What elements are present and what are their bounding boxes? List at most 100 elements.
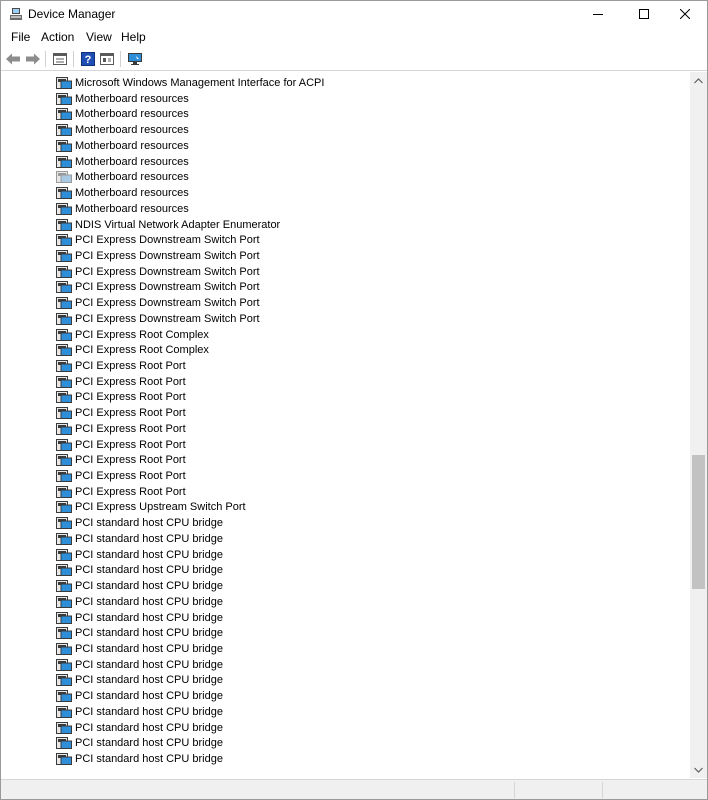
device-tree-item[interactable]: Motherboard resources bbox=[56, 185, 189, 201]
close-button[interactable] bbox=[662, 1, 707, 27]
device-tree-item[interactable]: PCI Express Downstream Switch Port bbox=[56, 295, 260, 311]
device-tree-item[interactable]: PCI Express Downstream Switch Port bbox=[56, 279, 260, 295]
menu-view[interactable]: View bbox=[85, 30, 113, 45]
device-tree-item[interactable]: PCI standard host CPU bridge bbox=[56, 688, 223, 704]
device-tree-item-label: PCI Express Root Port bbox=[75, 391, 186, 404]
device-tree[interactable]: Microsoft Windows Management Interface f… bbox=[1, 72, 690, 778]
device-tree-item-label: PCI standard host CPU bridge bbox=[75, 737, 223, 750]
device-tree-item-label: Motherboard resources bbox=[75, 155, 189, 168]
device-tree-item[interactable]: PCI standard host CPU bridge bbox=[56, 672, 223, 688]
device-tree-item[interactable]: PCI standard host CPU bridge bbox=[56, 625, 223, 641]
device-tree-item-label: PCI Express Upstream Switch Port bbox=[75, 501, 246, 514]
device-tree-item-label: Motherboard resources bbox=[75, 171, 189, 184]
system-device-icon bbox=[56, 234, 72, 247]
device-tree-item[interactable]: PCI standard host CPU bridge bbox=[56, 610, 223, 626]
device-tree-item[interactable]: PCI Express Root Port bbox=[56, 437, 186, 453]
svg-text:?: ? bbox=[85, 54, 92, 66]
system-device-icon bbox=[56, 674, 72, 687]
device-tree-item[interactable]: PCI Express Root Port bbox=[56, 374, 186, 390]
device-tree-item[interactable]: PCI standard host CPU bridge bbox=[56, 562, 223, 578]
show-hidden-button[interactable] bbox=[98, 50, 116, 68]
device-tree-item[interactable]: Motherboard resources bbox=[56, 169, 189, 185]
device-tree-item[interactable]: Motherboard resources bbox=[56, 154, 189, 170]
device-tree-item[interactable]: PCI standard host CPU bridge bbox=[56, 594, 223, 610]
device-tree-item[interactable]: PCI standard host CPU bridge bbox=[56, 720, 223, 736]
device-tree-item[interactable]: NDIS Virtual Network Adapter Enumerator bbox=[56, 217, 280, 233]
device-tree-item[interactable]: PCI Express Downstream Switch Port bbox=[56, 311, 260, 327]
back-arrow-icon bbox=[6, 53, 20, 65]
vertical-scrollbar[interactable] bbox=[690, 72, 707, 778]
device-tree-item-label: PCI Express Root Port bbox=[75, 438, 186, 451]
device-tree-item[interactable]: PCI standard host CPU bridge bbox=[56, 704, 223, 720]
forward-button[interactable] bbox=[24, 50, 42, 68]
system-device-icon bbox=[56, 753, 72, 765]
device-tree-item[interactable]: PCI Express Root Port bbox=[56, 484, 186, 500]
system-device-icon bbox=[56, 658, 72, 671]
title-bar[interactable]: Device Manager bbox=[1, 1, 707, 27]
properties-button[interactable] bbox=[51, 50, 69, 68]
device-tree-item-label: PCI standard host CPU bridge bbox=[75, 532, 223, 545]
system-device-icon bbox=[56, 312, 72, 325]
device-tree-item[interactable]: PCI Express Root Port bbox=[56, 389, 186, 405]
device-tree-item-label: PCI standard host CPU bridge bbox=[75, 721, 223, 734]
maximize-button[interactable] bbox=[621, 1, 667, 27]
back-button[interactable] bbox=[4, 50, 22, 68]
device-tree-item[interactable]: PCI Express Root Port bbox=[56, 405, 186, 421]
help-button[interactable]: ? bbox=[79, 50, 97, 68]
device-tree-item[interactable]: Motherboard resources bbox=[56, 106, 189, 122]
device-tree-item[interactable]: Motherboard resources bbox=[56, 91, 189, 107]
device-tree-item-label: PCI standard host CPU bridge bbox=[75, 674, 223, 687]
status-panel-divider bbox=[602, 782, 603, 798]
device-tree-item-label: PCI standard host CPU bridge bbox=[75, 517, 223, 530]
device-tree-item[interactable]: PCI standard host CPU bridge bbox=[56, 578, 223, 594]
minimize-button[interactable] bbox=[575, 1, 621, 27]
device-tree-item[interactable]: Motherboard resources bbox=[56, 201, 189, 217]
device-tree-item[interactable]: PCI Express Root Complex bbox=[56, 342, 209, 358]
system-device-icon bbox=[56, 249, 72, 262]
device-tree-item-label: Motherboard resources bbox=[75, 124, 189, 137]
menu-action[interactable]: Action bbox=[40, 30, 75, 45]
device-tree-item[interactable]: PCI Express Root Port bbox=[56, 421, 186, 437]
device-tree-item[interactable]: PCI Express Upstream Switch Port bbox=[56, 499, 246, 515]
scroll-down-button[interactable] bbox=[690, 761, 707, 778]
device-tree-item-label: PCI Express Downstream Switch Port bbox=[75, 249, 260, 262]
device-tree-item-label: PCI standard host CPU bridge bbox=[75, 627, 223, 640]
device-tree-item[interactable]: Motherboard resources bbox=[56, 138, 189, 154]
device-tree-item-label: PCI Express Root Port bbox=[75, 454, 186, 467]
scan-hardware-button[interactable] bbox=[126, 50, 144, 68]
device-tree-item-label: PCI standard host CPU bridge bbox=[75, 580, 223, 592]
device-tree-item[interactable]: PCI Express Root Port bbox=[56, 468, 186, 484]
device-tree-item[interactable]: PCI standard host CPU bridge bbox=[56, 515, 223, 531]
device-tree-item-label: PCI standard host CPU bridge bbox=[75, 658, 223, 671]
device-tree-item[interactable]: PCI standard host CPU bridge bbox=[56, 735, 223, 751]
maximize-icon bbox=[639, 9, 649, 19]
menu-help[interactable]: Help bbox=[120, 30, 147, 45]
system-device-icon bbox=[56, 265, 72, 278]
device-tree-item[interactable]: PCI Express Root Complex bbox=[56, 327, 209, 343]
device-tree-item-label: PCI standard host CPU bridge bbox=[75, 690, 223, 703]
device-tree-item[interactable]: PCI standard host CPU bridge bbox=[56, 751, 223, 767]
system-device-icon bbox=[56, 77, 72, 89]
device-tree-item[interactable]: PCI Express Downstream Switch Port bbox=[56, 248, 260, 264]
device-tree-item[interactable]: PCI standard host CPU bridge bbox=[56, 641, 223, 657]
system-device-icon bbox=[56, 580, 72, 592]
device-tree-item[interactable]: PCI Express Downstream Switch Port bbox=[56, 232, 260, 248]
menu-file[interactable]: File bbox=[10, 30, 31, 45]
device-tree-item[interactable]: PCI Express Downstream Switch Port bbox=[56, 264, 260, 280]
scroll-thumb[interactable] bbox=[692, 455, 705, 589]
device-tree-item[interactable]: PCI standard host CPU bridge bbox=[56, 657, 223, 673]
device-tree-item[interactable]: PCI Express Root Port bbox=[56, 358, 186, 374]
status-panel-divider bbox=[514, 782, 515, 798]
device-tree-item[interactable]: PCI standard host CPU bridge bbox=[56, 531, 223, 547]
system-device-icon bbox=[56, 642, 72, 655]
device-tree-item-label: PCI Express Downstream Switch Port bbox=[75, 281, 260, 294]
system-device-icon bbox=[56, 470, 72, 482]
device-tree-item[interactable]: Microsoft Windows Management Interface f… bbox=[56, 75, 324, 91]
device-tree-item-label: PCI standard host CPU bridge bbox=[75, 642, 223, 655]
device-tree-item[interactable]: PCI Express Root Port bbox=[56, 452, 186, 468]
properties-grid-icon bbox=[53, 53, 67, 65]
device-tree-item[interactable]: PCI standard host CPU bridge bbox=[56, 547, 223, 563]
device-tree-item[interactable]: Motherboard resources bbox=[56, 122, 189, 138]
help-question-icon: ? bbox=[81, 52, 95, 66]
scroll-up-button[interactable] bbox=[690, 72, 707, 89]
